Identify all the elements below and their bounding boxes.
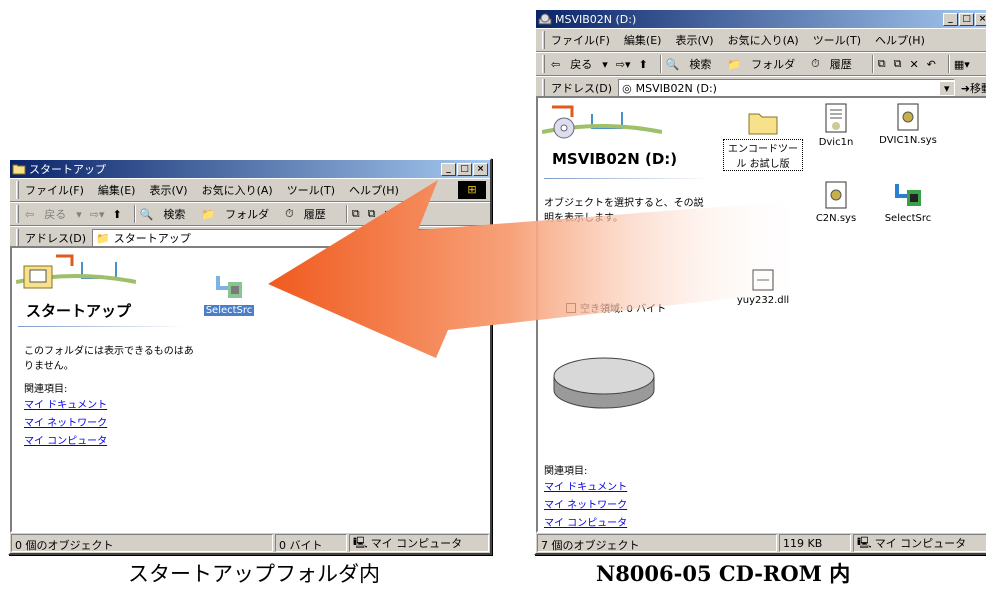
- folder-title: スタートアップ: [26, 302, 132, 320]
- status-location: 🖳 マイ コンピュータ: [349, 534, 489, 552]
- status-object-count: 0 個のオブジェクト: [11, 534, 273, 552]
- related-heading: 関連項目:: [544, 466, 588, 477]
- file-selectsrc[interactable]: SelectSrc: [868, 180, 948, 224]
- menu-bar: ファイル(F) 編集(E) 表示(V) お気に入り(A) ツール(T) ヘルプ(…: [536, 28, 986, 52]
- menu-tools[interactable]: ツール(T): [813, 32, 861, 48]
- file-encode-tool-folder[interactable]: エンコードツール お試し版: [723, 108, 803, 171]
- title-bar[interactable]: スタートアップ _ □ ×: [10, 160, 490, 178]
- caption-cdrom: N8006-05 CD-ROM 内: [596, 561, 851, 586]
- menu-view[interactable]: 表示(V): [675, 32, 713, 48]
- status-object-count: 7 個のオブジェクト: [537, 534, 777, 552]
- computer-icon: 🖳: [353, 535, 368, 549]
- search-button[interactable]: 🔍 検索: [140, 206, 194, 222]
- undo-icon[interactable]: ↶: [927, 58, 936, 71]
- up-folder-icon[interactable]: ⬆: [113, 208, 122, 221]
- menu-edit[interactable]: 編集(E): [98, 182, 136, 198]
- up-folder-icon[interactable]: ⬆: [639, 58, 648, 71]
- back-button[interactable]: ⇦ 戻る ▾: [25, 206, 82, 222]
- selectsrc-app-icon: [895, 184, 921, 206]
- file-selectsrc[interactable]: SelectSrc: [194, 272, 264, 316]
- status-bar: 7 個のオブジェクト 119 KB 🖳 マイ コンピュータ: [536, 533, 986, 553]
- folders-button[interactable]: 📁 フォルダ: [727, 56, 803, 72]
- folders-button[interactable]: 📁 フォルダ: [201, 206, 277, 222]
- file-dvic1n-sys[interactable]: DVIC1N.sys: [868, 102, 948, 146]
- go-arrow-icon: ➜: [960, 82, 970, 95]
- folder-tree-icon: 📁: [201, 207, 216, 221]
- menu-file[interactable]: ファイル(F): [551, 32, 610, 48]
- menu-view[interactable]: 表示(V): [149, 182, 187, 198]
- address-label: アドレス(D): [25, 232, 87, 245]
- status-size: 0 バイト: [275, 534, 347, 552]
- delete-icon[interactable]: ✕: [909, 58, 918, 71]
- close-button[interactable]: ×: [975, 12, 986, 26]
- folder-banner-graphic: [542, 105, 662, 139]
- status-location: 🖳 マイ コンピュータ: [853, 534, 986, 552]
- search-button[interactable]: 🔍 検索: [666, 56, 720, 72]
- menu-edit[interactable]: 編集(E): [624, 32, 662, 48]
- window-title: MSVIB02N (D:): [555, 12, 637, 26]
- folder-icon: 📁: [96, 231, 110, 245]
- history-icon: ⏱: [811, 57, 820, 70]
- link-my-computer[interactable]: マイ コンピュータ: [544, 514, 627, 529]
- folder-title: MSVIB02N (D:): [552, 150, 678, 168]
- back-arrow-icon: ⇦: [551, 57, 561, 71]
- link-my-network[interactable]: マイ ネットワーク: [544, 496, 627, 511]
- window-title: スタートアップ: [29, 163, 106, 176]
- address-input[interactable]: ◎ MSVIB02N (D:) ▾: [618, 79, 955, 97]
- search-icon: 🔍: [665, 57, 680, 71]
- link-my-network[interactable]: マイ ネットワーク: [24, 414, 107, 429]
- back-button[interactable]: ⇦ 戻る ▾: [551, 56, 608, 72]
- copy-direction-arrow: [268, 180, 808, 358]
- minimize-button[interactable]: _: [441, 162, 456, 176]
- status-size: 119 KB: [779, 534, 851, 552]
- go-button[interactable]: ➜移動: [961, 80, 986, 96]
- menu-favorites[interactable]: お気に入り(A): [728, 32, 799, 48]
- system-file-icon: [897, 103, 919, 131]
- dropdown-arrow-icon[interactable]: ▾: [939, 81, 954, 95]
- file-c2n-sys[interactable]: C2N.sys: [796, 180, 876, 224]
- search-icon: 🔍: [139, 207, 154, 221]
- empty-folder-message: このフォルダには表示できるものはありません。: [24, 346, 194, 372]
- folder-icon: [12, 164, 26, 175]
- folder-banner-graphic: [16, 254, 136, 289]
- system-file-icon: [825, 181, 847, 209]
- file-dvic1n[interactable]: Dvic1n: [796, 102, 876, 148]
- views-icon[interactable]: ▦▾: [954, 58, 970, 71]
- menu-favorites[interactable]: お気に入り(A): [202, 182, 273, 198]
- cd-drive-icon: [538, 13, 552, 25]
- forward-button[interactable]: ⇨▾: [90, 208, 105, 221]
- folder-tree-icon: 📁: [727, 57, 742, 71]
- close-button[interactable]: ×: [473, 162, 488, 176]
- minimize-button[interactable]: _: [943, 12, 958, 26]
- link-my-documents[interactable]: マイ ドキュメント: [24, 396, 107, 411]
- link-my-computer[interactable]: マイ コンピュータ: [24, 432, 107, 447]
- related-heading: 関連項目:: [24, 384, 68, 395]
- cd-drive-icon: ◎: [622, 81, 632, 95]
- document-icon: [825, 103, 847, 133]
- menu-file[interactable]: ファイル(F): [25, 182, 84, 198]
- back-arrow-icon: ⇦: [25, 207, 35, 221]
- folder-icon: [748, 113, 778, 135]
- maximize-button[interactable]: □: [959, 12, 974, 26]
- link-my-documents[interactable]: マイ ドキュメント: [544, 478, 627, 493]
- toolbar: ⇦ 戻る ▾ ⇨▾ ⬆ 🔍 検索 📁 フォルダ ⏱ 履歴 ⧉ ⧉ ✕ ↶ ▦▾: [536, 52, 986, 76]
- status-bar: 0 個のオブジェクト 0 バイト 🖳 マイ コンピュータ: [10, 533, 490, 553]
- menu-help[interactable]: ヘルプ(H): [875, 32, 925, 48]
- address-label: アドレス(D): [551, 82, 613, 95]
- caption-startup: スタートアップフォルダ内: [128, 562, 380, 586]
- computer-icon: 🖳: [857, 535, 872, 549]
- forward-button[interactable]: ⇨▾: [616, 58, 631, 71]
- history-button[interactable]: ⏱ 履歴: [811, 56, 860, 72]
- title-bar[interactable]: MSVIB02N (D:) _ □ ×: [536, 10, 986, 28]
- maximize-button[interactable]: □: [457, 162, 472, 176]
- copy-to-icon[interactable]: ⧉: [894, 57, 902, 71]
- move-to-icon[interactable]: ⧉: [878, 57, 886, 71]
- selectsrc-app-icon: [216, 276, 242, 298]
